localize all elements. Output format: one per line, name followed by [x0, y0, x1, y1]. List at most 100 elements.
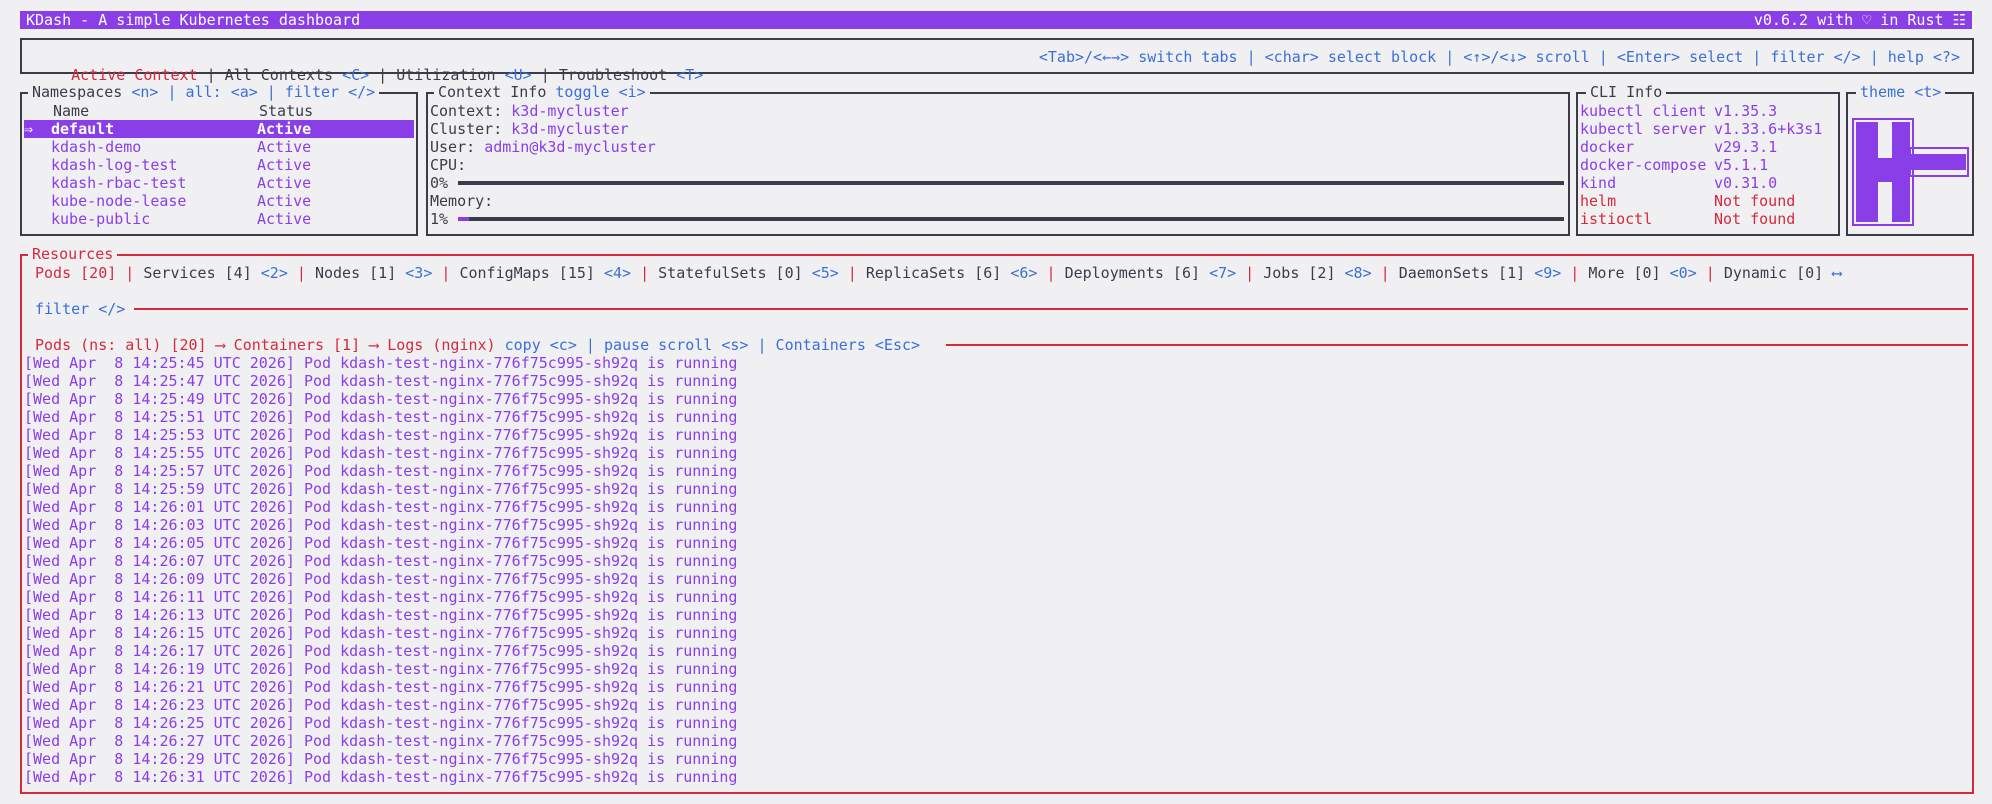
resource-tab-key: ⟷	[1832, 264, 1842, 282]
cpu-percent: 0%	[430, 174, 449, 192]
namespaces-title: Namespaces <n> | all: <a> | filter </>	[28, 83, 380, 101]
log-line: [Wed Apr 8 14:26:01 UTC 2026] Pod kdash-…	[24, 498, 738, 516]
resource-tab-label: Services [4]	[143, 264, 252, 282]
resource-tab-key: <6>	[1010, 264, 1038, 282]
memory-percent: 1%	[430, 210, 449, 228]
theme-title[interactable]: theme <t>	[1856, 83, 1946, 101]
namespace-status: Active	[257, 138, 312, 156]
log-line: [Wed Apr 8 14:25:59 UTC 2026] Pod kdash-…	[24, 480, 738, 498]
tab-all-contexts[interactable]: All Contexts <C>	[225, 66, 370, 84]
resource-tab-label: Dynamic [0]	[1723, 264, 1824, 282]
log-line: [Wed Apr 8 14:26:17 UTC 2026] Pod kdash-…	[24, 642, 738, 660]
tab-separator: |	[1696, 264, 1724, 282]
resource-tab-label: Jobs [2]	[1263, 264, 1336, 282]
resource-tab-key: <8>	[1344, 264, 1372, 282]
tab-separator: |	[1037, 264, 1065, 282]
namespace-row[interactable]: kdash-log-test Active	[24, 156, 414, 174]
log-line: [Wed Apr 8 14:26:07 UTC 2026] Pod kdash-…	[24, 552, 738, 570]
tab-separator: |	[631, 264, 659, 282]
logs-breadcrumb: Pods (ns: all) [20] ⟶ Containers [1] ⟶ L…	[35, 336, 496, 354]
resource-tab[interactable]: Nodes [1] <3>	[315, 264, 432, 282]
resource-tab[interactable]: Jobs [2] <8>	[1263, 264, 1371, 282]
log-line: [Wed Apr 8 14:26:15 UTC 2026] Pod kdash-…	[24, 624, 738, 642]
resource-tab[interactable]: Dynamic [0] ⟷	[1724, 264, 1841, 282]
resource-tab[interactable]: Services [4] <2>	[143, 264, 288, 282]
namespace-row[interactable]: kube-public Active	[24, 210, 414, 228]
namespaces-panel: Namespaces <n> | all: <a> | filter </> N…	[20, 83, 418, 236]
cli-tool-name: docker	[1580, 138, 1635, 156]
toggle-context-info[interactable]: toggle <i>	[555, 83, 645, 101]
logs-header-divider	[946, 344, 1968, 346]
cli-tool-version: v5.1.1	[1714, 156, 1769, 174]
resource-tab-label: Nodes [1]	[314, 264, 397, 282]
resource-tab-key: <7>	[1209, 264, 1237, 282]
resource-tab[interactable]: ReplicaSets [6] <6>	[866, 264, 1038, 282]
tab-troubleshoot[interactable]: Troubleshoot <T>	[559, 66, 704, 84]
memory-gauge	[458, 217, 1564, 221]
resource-tab-label: Deployments [6]	[1064, 264, 1201, 282]
context-value: k3d-mycluster	[511, 102, 629, 120]
user-value: admin@k3d-mycluster	[484, 138, 656, 156]
log-line: [Wed Apr 8 14:25:51 UTC 2026] Pod kdash-…	[24, 408, 738, 426]
resource-filter[interactable]: filter </>	[35, 300, 125, 318]
namespace-status: Active	[257, 210, 312, 228]
tab-separator: |	[1561, 264, 1589, 282]
namespace-name: kdash-log-test	[51, 156, 178, 174]
tab-separator: |	[838, 264, 866, 282]
cli-tool-version: v29.3.1	[1714, 138, 1778, 156]
namespace-status: Active	[257, 120, 312, 138]
context-info-panel: Context Info toggle <i> Context: k3d-myc…	[426, 83, 1570, 236]
help-bar: <Tab>/<←→> switch tabs | <char> select b…	[1038, 48, 1960, 66]
log-line: [Wed Apr 8 14:26:11 UTC 2026] Pod kdash-…	[24, 588, 738, 606]
namespace-row[interactable]: ⇒ default Active	[24, 120, 414, 138]
log-line: [Wed Apr 8 14:26:25 UTC 2026] Pod kdash-…	[24, 714, 738, 732]
column-header-status: Status	[259, 102, 314, 120]
resource-tab[interactable]: DaemonSets [1] <9>	[1399, 264, 1562, 282]
containers-back-button[interactable]: Containers <Esc>	[776, 336, 921, 354]
log-line: [Wed Apr 8 14:25:49 UTC 2026] Pod kdash-…	[24, 390, 738, 408]
resources-panel: Resources Pods [20] | Services [4] <2> |…	[20, 245, 1974, 794]
logs-header: Pods (ns: all) [20] ⟶ Containers [1] ⟶ L…	[35, 336, 921, 354]
app-title: KDash - A simple Kubernetes dashboard	[26, 11, 361, 29]
tab-separator: |	[432, 264, 460, 282]
namespace-name: default	[51, 120, 115, 138]
tab-active-context[interactable]: Active Context	[71, 66, 197, 84]
resource-tab-key: <2>	[260, 264, 288, 282]
resource-tab[interactable]: More [0] <0>	[1588, 264, 1696, 282]
title-bar: KDash - A simple Kubernetes dashboard v0…	[20, 11, 1972, 29]
cpu-gauge	[458, 181, 1564, 185]
copy-logs-button[interactable]: copy <c>	[505, 336, 577, 354]
namespace-status: Active	[257, 192, 312, 210]
cli-tool-version: v1.33.6+k3s1	[1714, 120, 1823, 138]
kdash-logo-icon	[1852, 118, 1969, 226]
resource-tabs: Pods [20] | Services [4] <2> | Nodes [1]…	[35, 264, 1841, 282]
namespace-row[interactable]: kdash-rbac-test Active	[24, 174, 414, 192]
resource-tab[interactable]: ConfigMaps [15] <4>	[459, 264, 631, 282]
resource-tab[interactable]: StatefulSets [0] <5>	[658, 264, 839, 282]
filter-divider	[134, 308, 1968, 310]
resource-tab-key: <4>	[603, 264, 632, 282]
cli-info-title: CLI Info	[1586, 83, 1667, 101]
log-line: [Wed Apr 8 14:26:27 UTC 2026] Pod kdash-…	[24, 732, 738, 750]
tab-utilization[interactable]: Utilization <U>	[396, 66, 531, 84]
resources-title: Resources	[28, 245, 118, 263]
resource-tab[interactable]: Pods [20]	[35, 264, 116, 282]
selected-marker-icon: ⇒	[24, 120, 34, 138]
log-line: [Wed Apr 8 14:25:45 UTC 2026] Pod kdash-…	[24, 354, 738, 372]
context-row: Context: k3d-mycluster	[430, 102, 629, 120]
resource-tab-label: DaemonSets [1]	[1398, 264, 1526, 282]
pause-scroll-button[interactable]: pause scroll <s>	[604, 336, 749, 354]
column-header-name: Name	[53, 102, 90, 120]
resource-tab[interactable]: Deployments [6] <7>	[1065, 264, 1237, 282]
namespace-row[interactable]: kube-node-lease Active	[24, 192, 414, 210]
log-line: [Wed Apr 8 14:26:29 UTC 2026] Pod kdash-…	[24, 750, 738, 768]
memory-label: Memory:	[430, 192, 494, 210]
log-line: [Wed Apr 8 14:26:23 UTC 2026] Pod kdash-…	[24, 696, 738, 714]
namespace-row[interactable]: kdash-demo Active	[24, 138, 414, 156]
cluster-value: k3d-mycluster	[511, 120, 629, 138]
log-line: [Wed Apr 8 14:26:31 UTC 2026] Pod kdash-…	[24, 768, 738, 786]
version-label: v0.6.2 with ♡ in Rust ☷	[1753, 11, 1966, 29]
log-line: [Wed Apr 8 14:26:19 UTC 2026] Pod kdash-…	[24, 660, 738, 678]
cli-tool-name: kind	[1580, 174, 1617, 192]
resource-tab-label: ConfigMaps [15]	[459, 264, 595, 282]
